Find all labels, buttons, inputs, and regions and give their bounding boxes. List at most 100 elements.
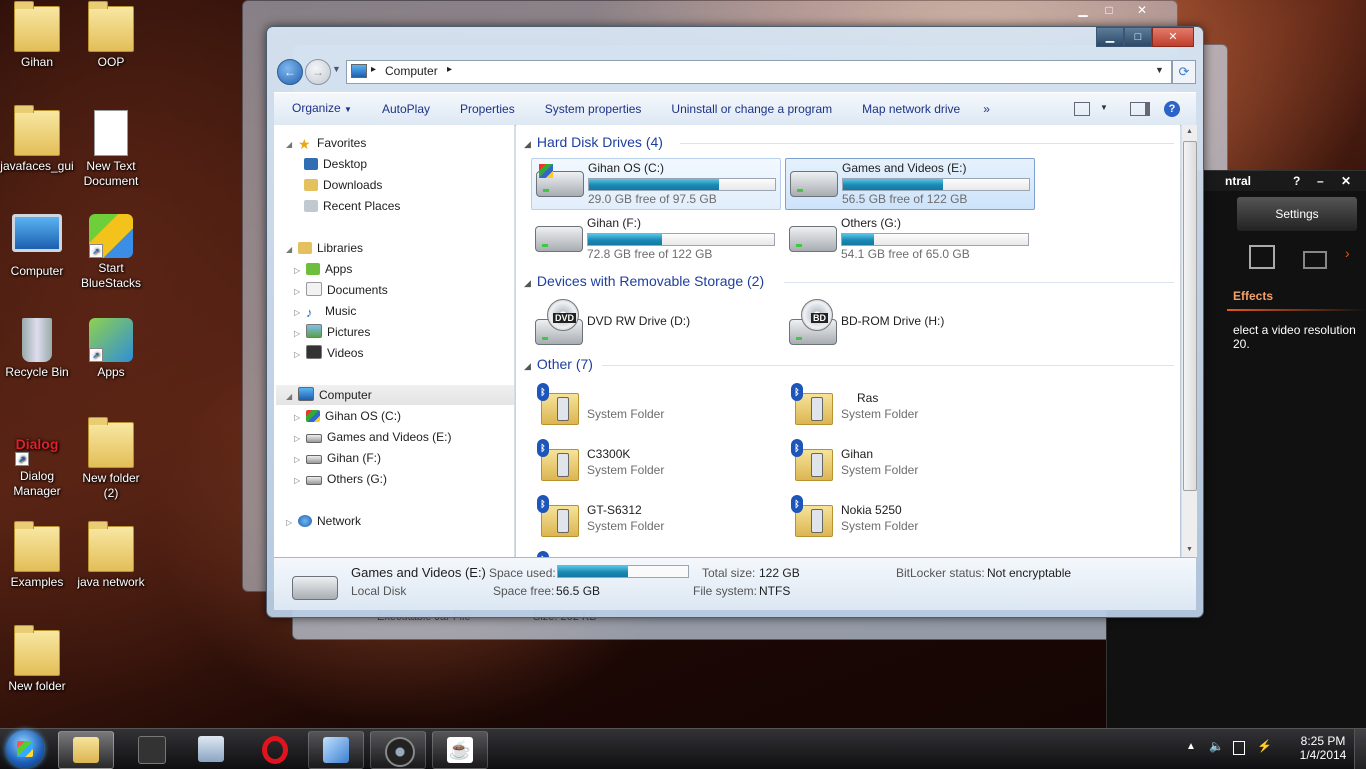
nav-desktop[interactable]: Desktop [304, 154, 367, 174]
nav-favorites[interactable]: ◢ ★ Favorites [286, 133, 366, 153]
nav-drive-g[interactable]: ▷ Others (G:) [294, 469, 387, 489]
show-desktop-button[interactable] [1354, 729, 1366, 769]
nav-libraries[interactable]: ◢ Libraries [286, 238, 363, 258]
group-other[interactable]: ◢ Other (7) [524, 356, 593, 372]
nav-music[interactable]: ▷ ♪ Music [294, 301, 356, 321]
back-button[interactable]: ← [277, 59, 303, 85]
drive-tile-f[interactable]: Gihan (F:) 72.8 GB free of 122 GB [531, 214, 779, 264]
collapse-icon[interactable]: ◢ [524, 278, 531, 288]
desktop-icon-javafaces-gui[interactable]: javafaces_gui [0, 105, 74, 174]
desktop-icon-gihan[interactable]: Gihan [0, 1, 74, 70]
minimize-button[interactable]: ▁ [1096, 27, 1124, 47]
action-center-icon[interactable] [1233, 741, 1245, 755]
other-tile-partial[interactable]: ᛒ [531, 549, 781, 557]
desktop-icon-examples[interactable]: Examples [0, 521, 74, 590]
nav-drive-e[interactable]: ▷ Games and Videos (E:) [294, 427, 452, 447]
nav-apps[interactable]: ▷ Apps [294, 259, 352, 279]
desktop-icon-new-folder-2[interactable]: New folder (2) [74, 417, 148, 501]
taskbar-windows-explorer[interactable] [58, 731, 114, 769]
change-view-icon[interactable] [1074, 102, 1090, 116]
desktop-icon-recycle-bin[interactable]: Recycle Bin [0, 318, 74, 380]
removable-tile-dvd[interactable]: DVD DVD RW Drive (D:) [531, 297, 781, 347]
desktop-icon-new-text-document[interactable]: New Text Document [74, 110, 148, 189]
uninstall-program-button[interactable]: Uninstall or change a program [656, 93, 847, 125]
other-tile-c3300k[interactable]: ᛒ C3300K System Folder [531, 437, 781, 487]
organize-button[interactable]: Organize ▼ [274, 92, 367, 126]
group-removable-storage[interactable]: ◢ Devices with Removable Storage (2) [524, 273, 764, 289]
forward-button[interactable]: → [305, 59, 331, 85]
close-button[interactable]: ✕ [1152, 27, 1194, 47]
minimize-button[interactable]: ▁ [1070, 1, 1096, 19]
preview-pane-icon[interactable] [1130, 102, 1150, 116]
window-icon[interactable] [1303, 251, 1327, 269]
other-tile-gihan[interactable]: ᛒ Gihan System Folder [785, 437, 1035, 487]
other-tile-ras[interactable]: ᛒ Ras System Folder [785, 381, 1035, 431]
next-arrow-icon[interactable]: › [1345, 245, 1350, 261]
desktop-icon-dialog-manager[interactable]: Dialog Dialog Manager [0, 422, 74, 499]
help-button[interactable]: ? [1293, 171, 1300, 191]
view-options-dropdown-icon[interactable]: ▼ [1100, 103, 1108, 112]
panel-minimize-button[interactable]: – [1317, 171, 1324, 191]
nav-downloads[interactable]: Downloads [304, 175, 382, 195]
taskbar-java[interactable]: ☕ [432, 731, 488, 769]
settings-tab[interactable]: Settings [1237, 197, 1357, 231]
nav-recent-places[interactable]: Recent Places [304, 196, 400, 216]
show-hidden-icons-button[interactable]: ▲ [1186, 741, 1196, 752]
more-commands-button[interactable]: » [975, 93, 1005, 125]
desktop-icon-new-folder[interactable]: New folder [0, 625, 74, 694]
scroll-down-arrow[interactable]: ▼ [1182, 543, 1197, 557]
taskbar-opera[interactable] [246, 731, 300, 767]
nav-drive-c[interactable]: ▷ Gihan OS (C:) [294, 406, 401, 426]
properties-button[interactable]: Properties [445, 93, 530, 125]
recent-pages-dropdown-icon[interactable]: ▼ [332, 64, 341, 74]
presentation-icon[interactable] [1249, 245, 1275, 269]
clock[interactable]: 8:25 PM 1/4/2014 [1296, 734, 1350, 762]
desktop-icon-java-network[interactable]: java network [74, 521, 148, 590]
other-tile-1[interactable]: ᛒ System Folder [531, 381, 781, 431]
group-hard-disk-drives[interactable]: ◢ Hard Disk Drives (4) [524, 134, 663, 150]
collapse-icon[interactable]: ◢ [524, 361, 531, 371]
desktop-icon-computer[interactable]: Computer [0, 214, 74, 279]
refresh-button[interactable]: ⟳ [1172, 60, 1196, 84]
start-button[interactable] [6, 730, 44, 768]
breadcrumb-chevron[interactable]: ▸ [447, 64, 452, 75]
nav-documents[interactable]: ▷ Documents [294, 280, 388, 300]
drive-tile-g[interactable]: Others (G:) 54.1 GB free of 65.0 GB [785, 214, 1033, 264]
other-tile-nokia-5250[interactable]: ᛒ Nokia 5250 System Folder [785, 493, 1035, 543]
system-properties-button[interactable]: System properties [530, 93, 657, 125]
taskbar-dizador[interactable] [124, 731, 178, 767]
vertical-scrollbar[interactable]: ▲ ▼ [1181, 125, 1197, 557]
address-dropdown-icon[interactable]: ▼ [1155, 65, 1164, 75]
address-root-chevron[interactable]: ▸ [371, 64, 376, 75]
desktop-icon-apps[interactable]: Apps [74, 318, 148, 380]
taskbar-calculator[interactable] [184, 731, 238, 767]
hard-drive-icon [306, 455, 322, 464]
close-button[interactable]: ✕ [1122, 1, 1162, 19]
address-bar[interactable]: ▸ Computer ▸ ▼ [346, 60, 1172, 84]
breadcrumb-computer[interactable]: Computer [385, 64, 438, 78]
volume-icon[interactable]: 🔈 [1209, 739, 1224, 753]
desktop-icon-start-bluestacks[interactable]: Start BlueStacks [74, 214, 148, 291]
autoplay-button[interactable]: AutoPlay [367, 93, 445, 125]
taskbar-camera[interactable] [370, 731, 426, 769]
drive-tile-e[interactable]: Games and Videos (E:) 56.5 GB free of 12… [785, 158, 1035, 210]
map-network-drive-button[interactable]: Map network drive [847, 93, 975, 125]
nav-computer[interactable]: ◢ Computer [276, 385, 514, 405]
removable-tile-bd[interactable]: BD BD-ROM Drive (H:) [785, 297, 1035, 347]
nav-videos[interactable]: ▷ Videos [294, 343, 363, 363]
collapse-icon[interactable]: ◢ [524, 139, 531, 149]
nav-drive-f[interactable]: ▷ Gihan (F:) [294, 448, 381, 468]
power-icon[interactable]: ⚡ [1257, 739, 1272, 753]
taskbar-virtualbox[interactable] [308, 731, 364, 769]
scroll-thumb[interactable] [1183, 141, 1197, 491]
maximize-button[interactable]: □ [1096, 1, 1122, 19]
other-tile-gt-s6312[interactable]: ᛒ GT-S6312 System Folder [531, 493, 781, 543]
panel-close-button[interactable]: ✕ [1341, 171, 1351, 191]
nav-pictures[interactable]: ▷ Pictures [294, 322, 370, 342]
nav-network[interactable]: ▷ Network [286, 511, 361, 531]
help-icon[interactable]: ? [1164, 101, 1180, 117]
drive-tile-c[interactable]: Gihan OS (C:) 29.0 GB free of 97.5 GB [531, 158, 781, 210]
desktop-icon-oop[interactable]: OOP [74, 1, 148, 70]
maximize-button[interactable]: □ [1124, 27, 1152, 47]
scroll-up-arrow[interactable]: ▲ [1182, 125, 1197, 139]
